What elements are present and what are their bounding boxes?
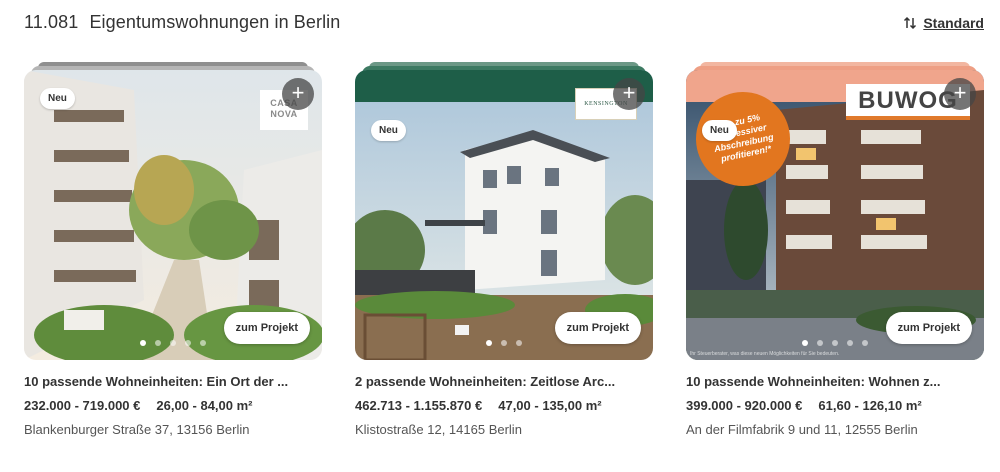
carousel-dot[interactable]	[200, 340, 206, 346]
page-title: 11.081 Eigentumswohnungen in Berlin	[24, 12, 340, 33]
carousel-dot[interactable]	[185, 340, 191, 346]
image-carousel-dots	[486, 340, 522, 346]
price-range: 232.000 - 719.000 €	[24, 398, 141, 413]
carousel-dot[interactable]	[847, 340, 853, 346]
card-headline[interactable]: 10 passende Wohneinheiten: Ein Ort der .…	[24, 374, 322, 389]
project-image[interactable]: BUWOG Bis zu 5% degressiver Abschreibung…	[686, 70, 984, 360]
card-facts: 462.713 - 1.155.870 € 47,00 - 135,00 m²	[355, 398, 653, 413]
card-address: Blankenburger Straße 37, 13156 Berlin	[24, 422, 250, 437]
carousel-dot[interactable]	[486, 340, 492, 346]
card-address: Klistostraße 12, 14165 Berlin	[355, 422, 522, 437]
carousel-dot[interactable]	[802, 340, 808, 346]
sort-arrows-icon	[904, 16, 917, 30]
card-address: An der Filmfabrik 9 und 11, 12555 Berlin	[686, 422, 918, 437]
sort-label: Standard	[923, 15, 984, 31]
to-project-button[interactable]: zum Projekt	[554, 312, 641, 344]
carousel-dot[interactable]	[516, 340, 522, 346]
area-range: 26,00 - 84,00 m²	[156, 398, 253, 413]
card-info: 10 passende Wohneinheiten: Wohnen z... 3…	[686, 374, 984, 437]
price-range: 462.713 - 1.155.870 €	[355, 398, 483, 413]
card-info: 10 passende Wohneinheiten: Ein Ort der .…	[24, 374, 322, 437]
area-range: 47,00 - 135,00 m²	[498, 398, 602, 413]
card-headline[interactable]: 2 passende Wohneinheiten: Zeitlose Arc..…	[355, 374, 653, 389]
project-card[interactable]: CASA NOVA Neu + zum Projekt 10 passende …	[24, 62, 322, 440]
card-facts: 399.000 - 920.000 € 61,60 - 126,10 m²	[686, 398, 984, 413]
card-info: 2 passende Wohneinheiten: Zeitlose Arc..…	[355, 374, 653, 437]
carousel-dot[interactable]	[832, 340, 838, 346]
carousel-dot[interactable]	[817, 340, 823, 346]
add-to-list-button[interactable]: +	[613, 78, 645, 110]
image-carousel-dots	[140, 340, 206, 346]
carousel-dot[interactable]	[862, 340, 868, 346]
project-card[interactable]: BUWOG Bis zu 5% degressiver Abschreibung…	[686, 62, 984, 440]
card-headline[interactable]: 10 passende Wohneinheiten: Wohnen z...	[686, 374, 984, 389]
carousel-dot[interactable]	[140, 340, 146, 346]
results-title: Eigentumswohnungen in Berlin	[89, 12, 341, 32]
to-project-button[interactable]: zum Projekt	[223, 312, 310, 344]
price-range: 399.000 - 920.000 €	[686, 398, 803, 413]
image-carousel-dots	[802, 340, 868, 346]
area-range: 61,60 - 126,10 m²	[818, 398, 922, 413]
carousel-dot[interactable]	[155, 340, 161, 346]
add-to-list-button[interactable]: +	[282, 78, 314, 110]
project-image[interactable]: KENSINGTON Neu + zum Projekt	[355, 70, 653, 360]
project-image[interactable]: CASA NOVA Neu + zum Projekt	[24, 70, 322, 360]
disclaimer-text: Ihr Steuerberater, was diese neuen Mögli…	[690, 351, 840, 357]
new-badge: Neu	[702, 120, 737, 141]
new-badge: Neu	[371, 120, 406, 141]
new-badge: Neu	[40, 88, 75, 109]
results-count: 11.081	[24, 12, 79, 32]
carousel-dot[interactable]	[501, 340, 507, 346]
card-facts: 232.000 - 719.000 € 26,00 - 84,00 m²	[24, 398, 322, 413]
sort-button[interactable]: Standard	[903, 15, 984, 31]
project-card[interactable]: KENSINGTON Neu + zum Projekt 2 passende …	[355, 62, 653, 440]
carousel-dot[interactable]	[170, 340, 176, 346]
results-header: 11.081 Eigentumswohnungen in Berlin Stan…	[24, 12, 984, 36]
add-to-list-button[interactable]: +	[944, 78, 976, 110]
to-project-button[interactable]: zum Projekt	[885, 312, 972, 344]
